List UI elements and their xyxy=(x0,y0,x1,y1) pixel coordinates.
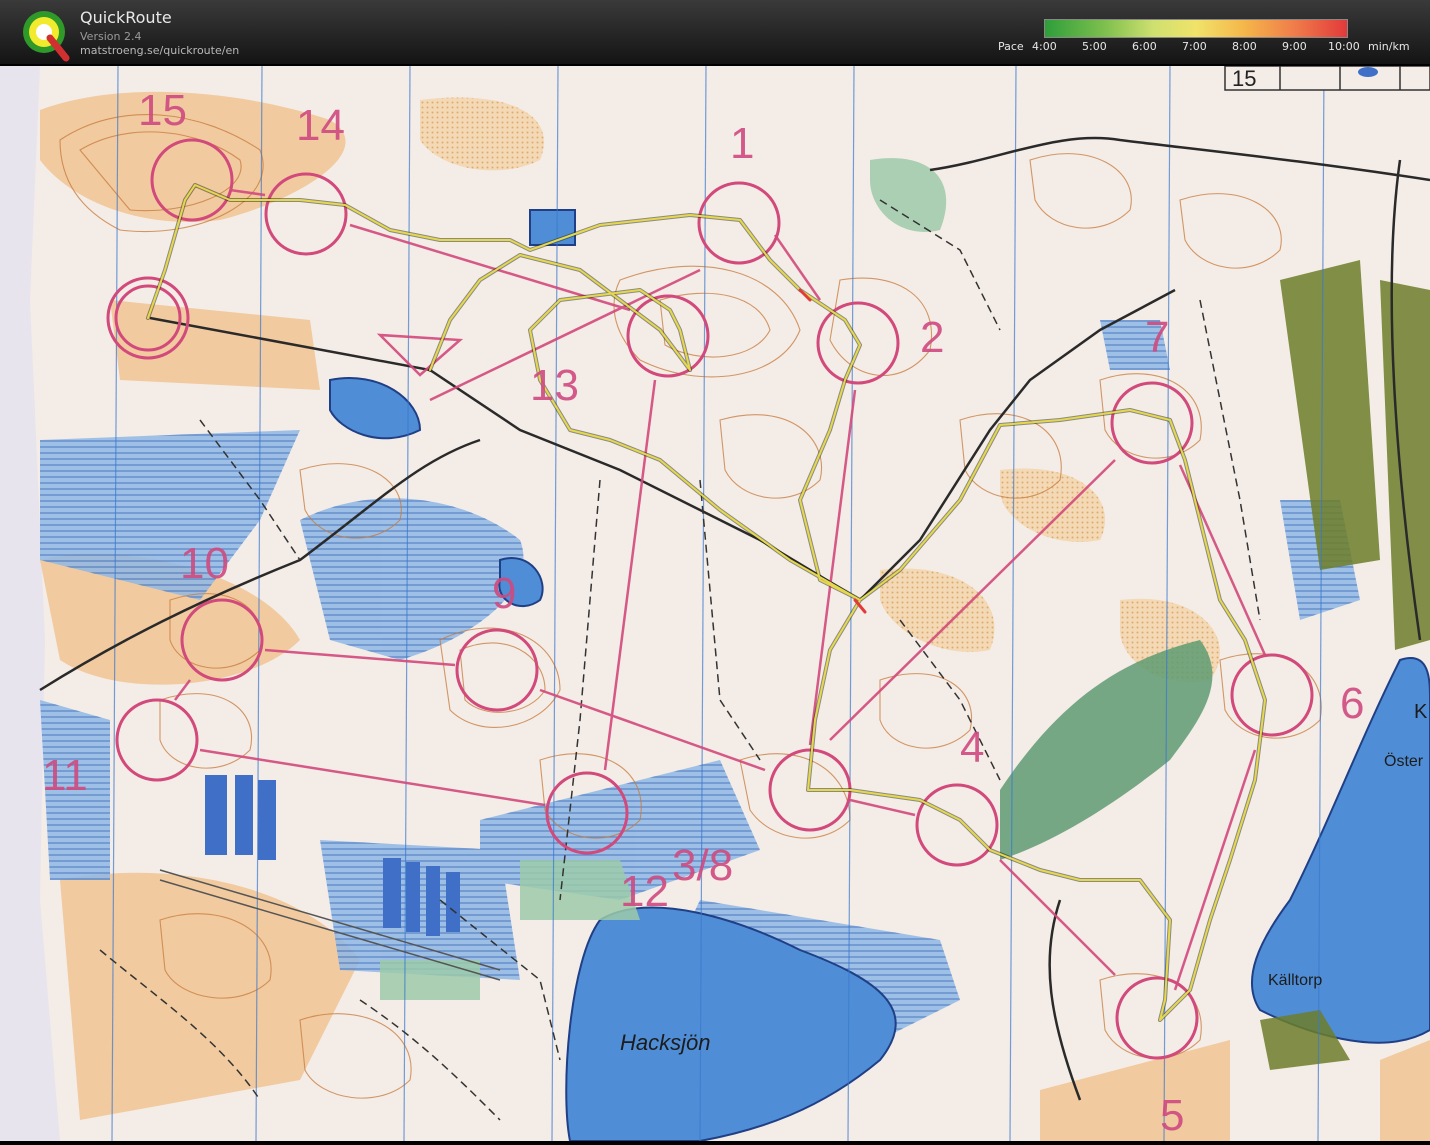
control-label-6: 6 xyxy=(1340,679,1364,728)
app-title: QuickRoute xyxy=(80,8,172,27)
map-canvas[interactable]: 15 1 2 3/8 4 5 6 7 9 10 11 12 13 14 15 H… xyxy=(0,65,1430,1142)
app-version: Version 2.4 xyxy=(80,30,142,43)
sheet-index-box: 15 xyxy=(1224,65,1430,91)
place-label-k: K xyxy=(1414,701,1428,723)
app-url-link[interactable]: matstroeng.se/quickroute/en xyxy=(80,44,239,57)
pond-small xyxy=(529,209,576,246)
app-header: QuickRoute Version 2.4 matstroeng.se/qui… xyxy=(0,0,1430,66)
quickroute-window: QuickRoute Version 2.4 matstroeng.se/qui… xyxy=(0,0,1430,1142)
control-label-10: 10 xyxy=(180,539,229,588)
pace-color-scale xyxy=(1044,19,1348,38)
pace-unit: min/km xyxy=(1368,40,1410,53)
control-label-4: 4 xyxy=(960,723,984,772)
control-label-11: 11 xyxy=(42,751,88,800)
pace-tick: 9:00 xyxy=(1282,40,1307,53)
control-label-5: 5 xyxy=(1160,1091,1184,1140)
place-label-kalltorp: Källtorp xyxy=(1268,972,1322,989)
control-label-12: 12 xyxy=(620,867,669,916)
place-label-hacksjon: Hacksjön xyxy=(620,1030,710,1055)
pace-tick: 10:00 xyxy=(1328,40,1360,53)
control-label-15: 15 xyxy=(138,86,187,135)
pace-label: Pace xyxy=(998,40,1024,53)
orienteering-map[interactable]: 15 1 2 3/8 4 5 6 7 9 10 11 12 13 14 15 H… xyxy=(0,65,1430,1142)
pace-tick: 4:00 xyxy=(1032,40,1057,53)
control-label-3-8: 3/8 xyxy=(672,841,733,890)
control-label-13: 13 xyxy=(530,361,579,410)
control-label-9: 9 xyxy=(492,569,516,618)
pace-tick: 5:00 xyxy=(1082,40,1107,53)
place-label-oster: Öster xyxy=(1384,752,1424,770)
control-label-7: 7 xyxy=(1145,313,1169,362)
control-label-1: 1 xyxy=(730,119,754,168)
control-label-2: 2 xyxy=(920,313,944,362)
quickroute-logo-icon xyxy=(23,11,70,62)
pace-tick: 8:00 xyxy=(1232,40,1257,53)
control-label-14: 14 xyxy=(296,101,345,150)
sheet-label: 15 xyxy=(1232,66,1256,91)
pace-tick: 6:00 xyxy=(1132,40,1157,53)
pace-tick: 7:00 xyxy=(1182,40,1207,53)
